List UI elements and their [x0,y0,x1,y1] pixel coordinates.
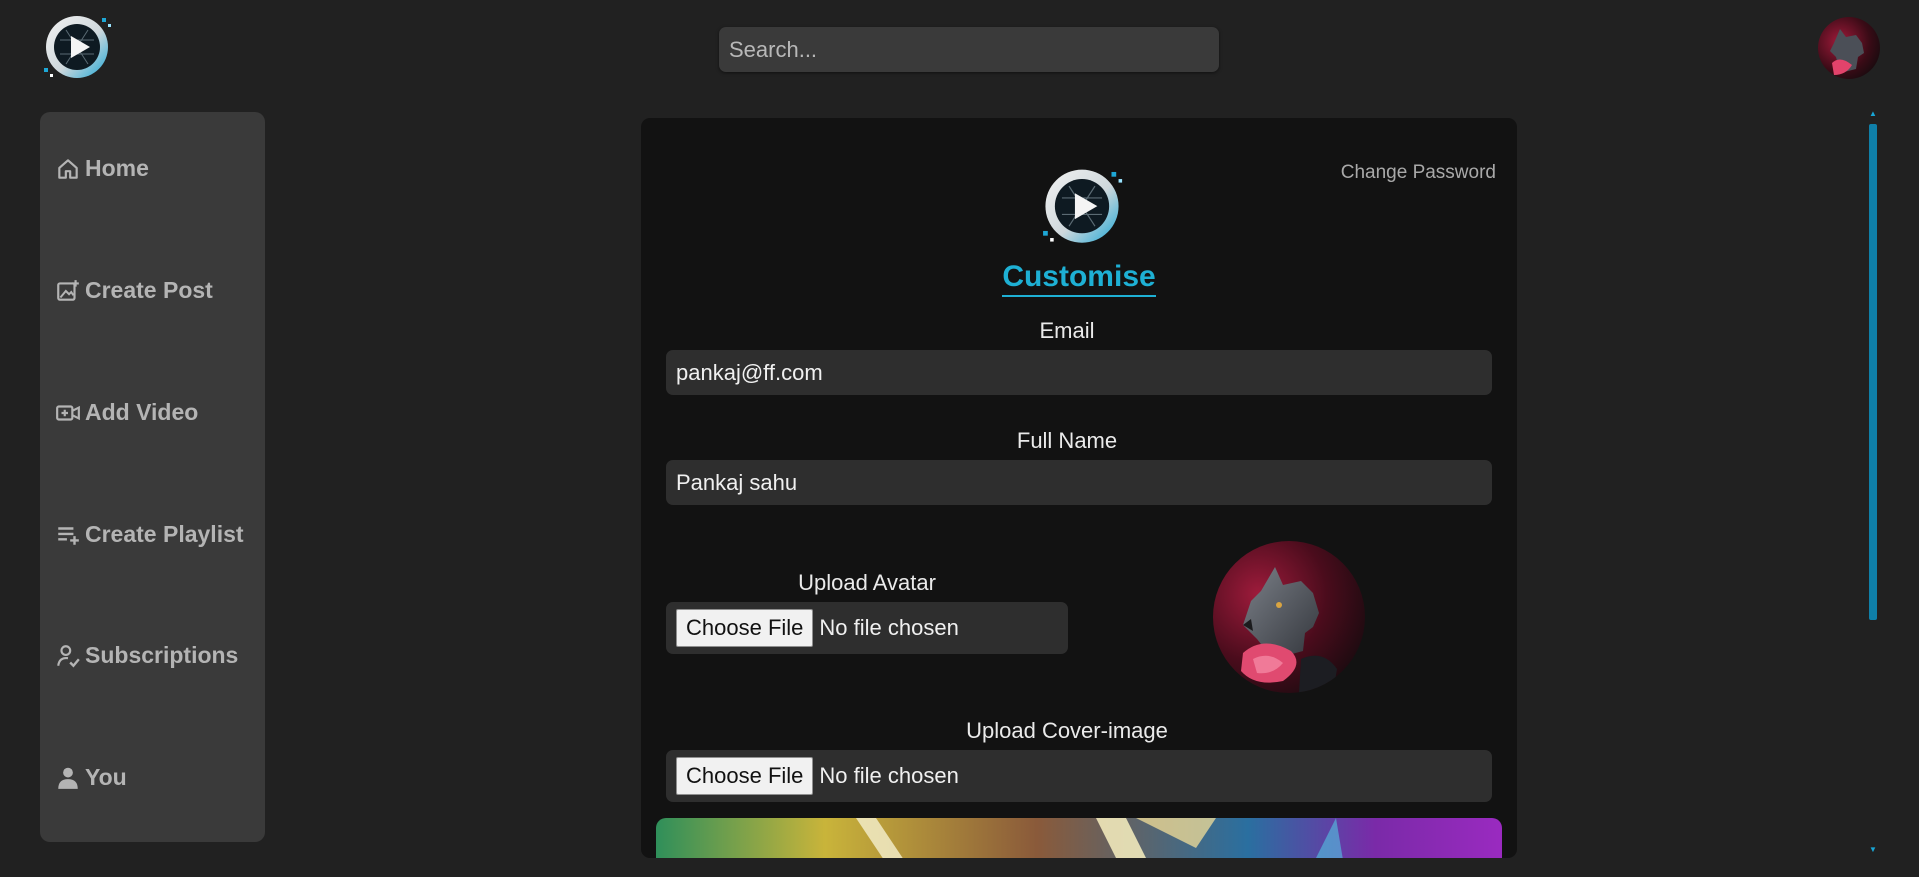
avatar-file-status: No file chosen [819,615,959,640]
sidebar: Home Create Post Add Video Create Playli… [40,112,265,842]
play-logo-icon [1036,160,1128,250]
user-check-icon [57,644,80,668]
sidebar-item-create-playlist[interactable]: Create Playlist [55,521,244,548]
sidebar-item-home[interactable]: Home [55,155,149,182]
email-field[interactable] [666,350,1492,395]
sidebar-item-create-post[interactable]: Create Post [55,277,213,304]
sidebar-item-you[interactable]: You [55,764,127,791]
user-icon [58,767,78,789]
video-add-icon [56,404,80,421]
upload-cover-label: Upload Cover-image [966,718,1168,743]
image-add-icon [57,279,79,301]
page-title-text: Customise [1002,260,1156,297]
cover-image-preview [656,818,1502,858]
sidebar-item-label: Add Video [85,399,199,425]
scroll-down-arrow-icon[interactable]: ▼ [1868,846,1878,854]
avatar-file-input[interactable]: Choose File No file chosen [666,602,1068,654]
sidebar-item-label: You [85,764,127,790]
upload-avatar-label: Upload Avatar [798,570,936,595]
sidebar-item-add-video[interactable]: Add Video [55,399,198,426]
avatar-choose-file-button[interactable]: Choose File [676,609,814,647]
cover-choose-file-button[interactable]: Choose File [676,757,814,795]
cover-file-status: No file chosen [819,763,959,788]
play-logo-icon[interactable] [38,10,116,82]
sidebar-item-label: Create Playlist [85,521,244,547]
top-bar [0,0,1919,100]
scrollbar-thumb[interactable] [1869,124,1877,620]
sidebar-item-subscriptions[interactable]: Subscriptions [55,642,238,669]
avatar-preview [1213,541,1365,693]
change-password-link[interactable]: Change Password [1341,162,1496,184]
customise-panel: Change Password Customise Email Full Nam… [641,118,1517,858]
search-input[interactable] [719,27,1219,72]
user-avatar[interactable] [1818,17,1880,79]
sidebar-item-label: Subscriptions [85,642,239,668]
sidebar-item-label: Create Post [85,277,213,303]
email-label: Email [1039,318,1095,343]
fullname-field[interactable] [666,460,1492,505]
cover-file-input[interactable]: Choose File No file chosen [666,750,1492,802]
playlist-add-icon [58,526,79,545]
scroll-up-arrow-icon[interactable]: ▲ [1868,110,1878,118]
page-title: Customise [641,260,1517,297]
sidebar-item-label: Home [85,155,149,181]
fullname-label: Full Name [1016,428,1118,453]
home-icon [58,158,78,179]
